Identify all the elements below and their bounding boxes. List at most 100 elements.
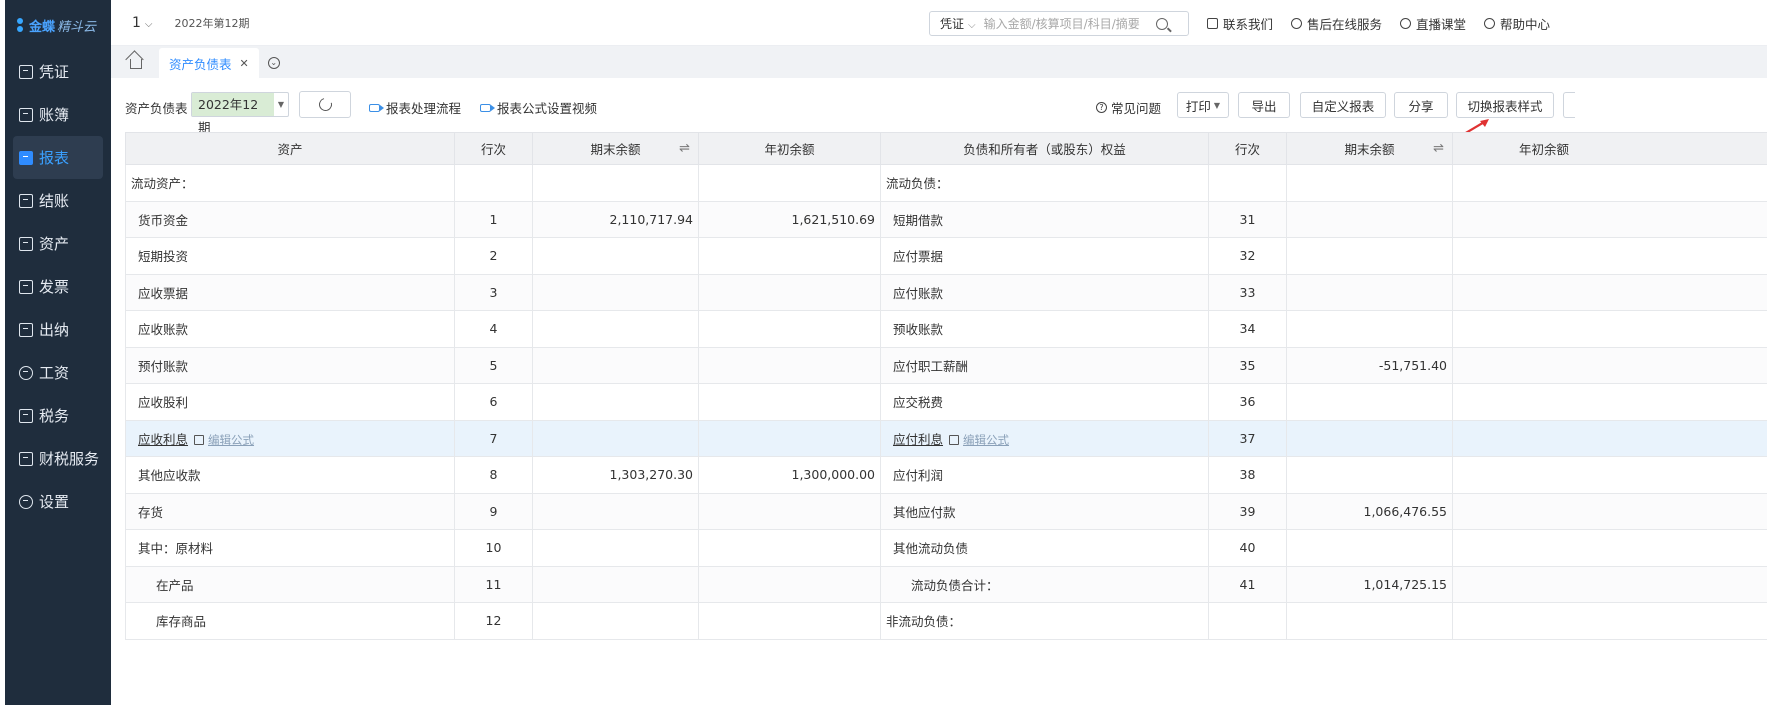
contact-us-link[interactable]: 联系我们 <box>1207 14 1273 33</box>
table-row[interactable]: 其他应收款 8 1,303,270.30 1,300,000.00 应付利润 38 <box>125 456 1767 494</box>
more-button[interactable] <box>1563 92 1575 118</box>
table-cell[interactable] <box>532 346 699 384</box>
print-button[interactable]: 打印 ▼ <box>1177 92 1229 118</box>
edit-formula-link[interactable]: 编辑公式 <box>194 433 254 447</box>
swap-icon[interactable]: ⇌ <box>679 141 690 156</box>
table-row[interactable]: 流动资产： 流动负债： <box>125 164 1767 202</box>
table-cell[interactable]: 1,303,270.30 <box>532 456 699 494</box>
table-cell[interactable] <box>698 346 881 384</box>
table-cell[interactable] <box>1452 273 1767 311</box>
table-cell[interactable] <box>1286 237 1453 275</box>
help-center-link[interactable]: 帮助中心 <box>1484 14 1550 33</box>
account-selector[interactable]: 1 ⌵ <box>132 15 153 31</box>
sidebar-item-9[interactable]: 财税服务 <box>5 437 111 480</box>
table-cell[interactable] <box>1452 346 1767 384</box>
sidebar-item-2[interactable]: 报表 <box>13 136 103 179</box>
table-cell[interactable]: 1,066,476.55 <box>1286 492 1453 530</box>
export-button[interactable]: 导出 <box>1238 92 1290 118</box>
table-cell[interactable]: 1,: <box>1452 565 1767 603</box>
table-cell[interactable] <box>1286 200 1453 238</box>
table-cell[interactable] <box>1452 164 1767 202</box>
table-cell[interactable] <box>532 529 699 567</box>
table-cell[interactable] <box>1286 164 1453 202</box>
table-cell[interactable] <box>1286 456 1453 494</box>
sidebar-item-7[interactable]: 工资 <box>5 351 111 394</box>
tab-more-button[interactable]: ⌄ <box>259 48 289 78</box>
sidebar-item-10[interactable]: 设置 <box>5 480 111 523</box>
online-service-link[interactable]: 售后在线服务 <box>1291 14 1382 33</box>
table-row[interactable]: 应收票据 3 应付账款 33 <box>125 273 1767 311</box>
tab-balance-sheet[interactable]: 资产负债表 ✕ <box>159 48 259 78</box>
table-row[interactable]: 其中：原材料 10 其他流动负债 40 <box>125 529 1767 567</box>
formula-video-link[interactable]: 报表公式设置视频 <box>480 98 597 117</box>
table-row[interactable]: 存货 9 其他应付款 39 1,066,476.551,: <box>125 492 1767 530</box>
search-type-select[interactable]: 凭证 ⌵ <box>930 15 984 32</box>
table-cell[interactable] <box>698 565 881 603</box>
sidebar-item-3[interactable]: 结账 <box>5 179 111 222</box>
live-class-link[interactable]: 直播课堂 <box>1400 14 1466 33</box>
table-cell[interactable] <box>1286 383 1453 421</box>
table-cell[interactable] <box>698 164 881 202</box>
table-cell[interactable] <box>698 529 881 567</box>
table-cell[interactable] <box>1286 419 1453 457</box>
table-cell[interactable] <box>698 492 881 530</box>
table-cell[interactable] <box>1452 200 1767 238</box>
table-cell[interactable] <box>532 383 699 421</box>
table-cell[interactable] <box>1286 529 1453 567</box>
search-input[interactable] <box>983 16 1154 31</box>
table-cell[interactable] <box>1286 602 1453 640</box>
table-cell[interactable] <box>1452 237 1767 275</box>
table-cell[interactable] <box>698 383 881 421</box>
table-row[interactable]: 货币资金 1 2,110,717.94 1,621,510.69 短期借款 31 <box>125 200 1767 238</box>
table-cell[interactable] <box>532 565 699 603</box>
table-cell[interactable] <box>1286 310 1453 348</box>
close-icon[interactable]: ✕ <box>240 57 249 70</box>
table-cell[interactable] <box>698 419 881 457</box>
table-cell[interactable] <box>532 237 699 275</box>
sidebar-item-6[interactable]: 出纳 <box>5 308 111 351</box>
table-cell[interactable] <box>532 273 699 311</box>
table-cell[interactable] <box>1452 529 1767 567</box>
sidebar-item-0[interactable]: 凭证 <box>5 50 111 93</box>
table-row[interactable]: 短期投资 2 应付票据 32 <box>125 237 1767 275</box>
table-cell[interactable]: 1,621,510.69 <box>698 200 881 238</box>
sidebar-item-4[interactable]: 资产 <box>5 222 111 265</box>
report-flow-video-link[interactable]: 报表处理流程 <box>369 98 461 117</box>
table-cell[interactable] <box>698 602 881 640</box>
custom-report-button[interactable]: 自定义报表 <box>1300 92 1386 118</box>
faq-link[interactable]: ? 常见问题 <box>1096 98 1161 117</box>
table-cell[interactable] <box>698 310 881 348</box>
sidebar-item-5[interactable]: 发票 <box>5 265 111 308</box>
table-cell[interactable]: -51,751.40 <box>1286 346 1453 384</box>
refresh-button[interactable] <box>299 91 351 118</box>
app-logo[interactable]: 金蝶 精斗云 <box>5 0 111 50</box>
table-cell[interactable] <box>532 419 699 457</box>
table-cell[interactable] <box>532 310 699 348</box>
table-cell[interactable] <box>1286 273 1453 311</box>
table-cell[interactable] <box>532 602 699 640</box>
home-tab[interactable] <box>119 46 153 78</box>
table-cell[interactable] <box>532 492 699 530</box>
table-row[interactable]: 预付账款 5 应付职工薪酬 35 -51,751.40 <box>125 346 1767 384</box>
table-cell[interactable]: 1,014,725.15 <box>1286 565 1453 603</box>
sidebar-item-8[interactable]: 税务 <box>5 394 111 437</box>
table-cell[interactable]: 2,110,717.94 <box>532 200 699 238</box>
table-cell[interactable]: 1,300,000.00 <box>698 456 881 494</box>
share-button[interactable]: 分享 <box>1394 92 1448 118</box>
period-select[interactable]: 2022年12期 ▼ <box>191 92 289 135</box>
sidebar-item-1[interactable]: 账簿 <box>5 93 111 136</box>
search-icon[interactable] <box>1155 17 1168 30</box>
table-cell[interactable] <box>698 237 881 275</box>
table-cell[interactable] <box>698 273 881 311</box>
table-cell[interactable] <box>1452 310 1767 348</box>
table-cell[interactable] <box>1452 383 1767 421</box>
table-cell[interactable]: 1,: <box>1452 492 1767 530</box>
table-row[interactable]: 应收账款 4 预收账款 34 <box>125 310 1767 348</box>
table-row[interactable]: 在产品 11 流动负债合计： 41 1,014,725.151,: <box>125 565 1767 603</box>
table-cell[interactable] <box>1452 456 1767 494</box>
table-row[interactable]: 应收股利 6 应交税费 36 <box>125 383 1767 421</box>
table-row[interactable]: 库存商品 12 非流动负债： <box>125 602 1767 640</box>
switch-style-button[interactable]: 切换报表样式 <box>1456 92 1554 118</box>
table-cell[interactable] <box>532 164 699 202</box>
edit-formula-link[interactable]: 编辑公式 <box>949 433 1009 447</box>
